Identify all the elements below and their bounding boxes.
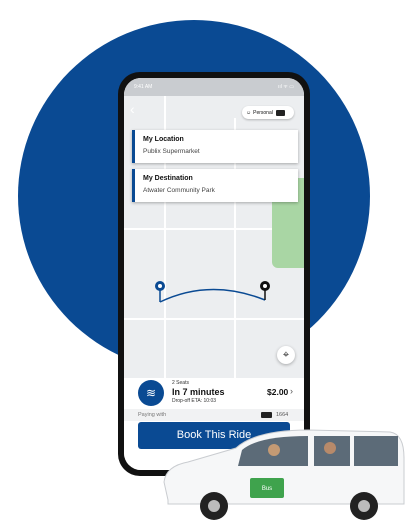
crosshair-icon: ⌖ [282,349,290,361]
driver-figure [268,444,280,456]
ride-service-logo-icon: ≋ [138,380,164,406]
locate-me-button[interactable]: ⌖ [277,346,295,364]
ride-price[interactable]: $2.00 [267,387,288,397]
ride-seats: 2 Seats [172,380,189,386]
shuttle-van-image: Bus [163,429,405,520]
passenger-figure [324,442,336,454]
app-screen: 9:41 AM ııl ᯤ ▭ ‹ ☺ Personal My Location… [124,78,304,470]
route-overlay [155,281,270,303]
ride-arrival: In 7 minutes [172,387,225,397]
chevron-right-icon[interactable]: › [290,386,293,396]
van-rear-window [354,436,398,466]
ride-eta: Drop-off ETA: 10:03 [172,398,217,404]
route-line [159,288,266,303]
van-logo-text: Bus [262,486,272,492]
